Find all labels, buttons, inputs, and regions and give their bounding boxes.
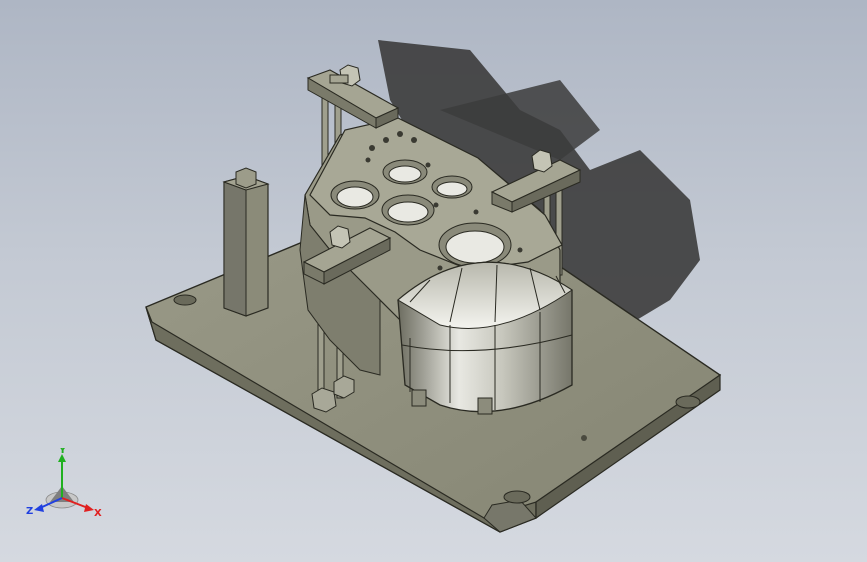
z-axis-arrow-icon [34, 504, 44, 512]
drum-assembly[interactable] [397, 261, 573, 415]
y-axis-label: Y [58, 448, 67, 456]
square-post[interactable] [222, 167, 270, 317]
graphics-viewport[interactable]: Y X Z [0, 0, 867, 562]
coordinate-triad: Y X Z [26, 448, 102, 519]
z-axis-label: Z [26, 506, 33, 517]
x-axis-label: X [94, 508, 102, 519]
model-view[interactable] [0, 0, 867, 562]
x-axis-arrow-icon [84, 504, 94, 512]
